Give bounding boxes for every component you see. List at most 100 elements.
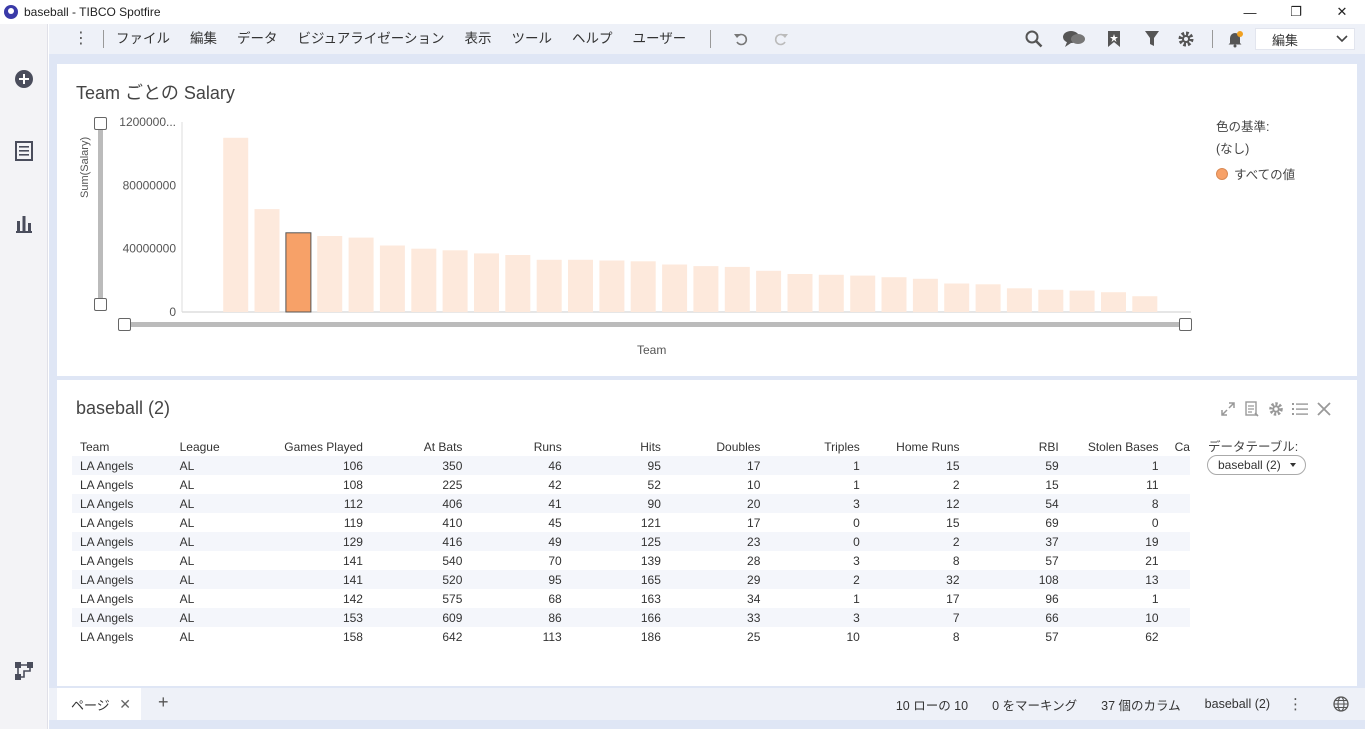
table-cell[interactable]: 609 bbox=[370, 608, 471, 627]
bar[interactable] bbox=[1006, 288, 1032, 313]
x-axis-range-slider[interactable] bbox=[131, 322, 1187, 327]
minimize-button[interactable]: — bbox=[1227, 0, 1273, 24]
visualization-icon[interactable] bbox=[14, 213, 34, 233]
bar[interactable] bbox=[975, 284, 1001, 312]
menu-tools[interactable]: ツール bbox=[512, 24, 553, 54]
table-cell[interactable]: 139 bbox=[570, 551, 669, 570]
bar[interactable] bbox=[693, 266, 719, 312]
table-cell[interactable]: AL bbox=[171, 494, 242, 513]
bar[interactable] bbox=[756, 270, 782, 312]
table-cell[interactable]: 2 bbox=[867, 532, 968, 551]
table-cell[interactable]: 0 bbox=[1067, 513, 1167, 532]
table-cell[interactable]: 46 bbox=[470, 456, 570, 475]
legend-title[interactable]: 色の基準: bbox=[1216, 116, 1269, 135]
table-cell[interactable]: AL bbox=[171, 532, 242, 551]
column-header-triples[interactable]: Triples bbox=[768, 437, 867, 456]
table-cell[interactable]: 17 bbox=[668, 456, 769, 475]
table-cell[interactable]: 15 bbox=[968, 475, 1067, 494]
table-row[interactable]: LA Angels AL 153 609 86 166 33 3 7 66 10 bbox=[72, 608, 1190, 627]
table-cell[interactable]: 34 bbox=[669, 589, 769, 608]
table-cell[interactable]: LA Angels bbox=[72, 513, 172, 532]
more-menu-icon[interactable]: ⋮ bbox=[71, 24, 91, 54]
table-cell[interactable]: 119 bbox=[241, 513, 371, 532]
table-cell[interactable]: 8 bbox=[868, 627, 968, 646]
table-cell[interactable]: 33 bbox=[668, 608, 769, 627]
mode-select[interactable]: 編集 bbox=[1255, 28, 1355, 50]
table-cell[interactable]: 95 bbox=[569, 456, 669, 475]
table-cell-truncated[interactable] bbox=[1167, 589, 1190, 608]
bar[interactable] bbox=[787, 274, 813, 312]
table-row[interactable]: LA Angels AL 141 540 70 139 28 3 8 57 21 bbox=[72, 551, 1190, 570]
list-options-icon[interactable] bbox=[1291, 400, 1309, 418]
menu-file[interactable]: ファイル bbox=[116, 24, 170, 54]
table-cell[interactable]: 10 bbox=[768, 627, 867, 646]
maximize-button[interactable]: ❐ bbox=[1273, 0, 1319, 24]
x-slider-right-handle[interactable] bbox=[1179, 318, 1192, 331]
bar[interactable] bbox=[1132, 296, 1158, 312]
bar[interactable] bbox=[474, 253, 499, 312]
table-cell[interactable]: LA Angels bbox=[72, 475, 172, 494]
column-header-team[interactable]: Team bbox=[72, 437, 172, 456]
bar[interactable] bbox=[223, 137, 249, 312]
table-cell[interactable]: 125 bbox=[569, 532, 669, 551]
table-cell[interactable]: 32 bbox=[867, 570, 968, 589]
collaboration-icon[interactable] bbox=[1062, 29, 1086, 49]
table-cell[interactable]: 141 bbox=[241, 551, 371, 570]
close-visualization-icon[interactable] bbox=[1315, 400, 1333, 418]
table-cell[interactable]: 20 bbox=[668, 494, 769, 513]
bar[interactable] bbox=[944, 283, 970, 313]
table-cell[interactable]: LA Angels bbox=[72, 551, 172, 570]
add-data-icon[interactable] bbox=[14, 69, 34, 89]
table-cell[interactable]: 0 bbox=[768, 513, 867, 532]
table-cell[interactable]: 95 bbox=[470, 570, 570, 589]
bar[interactable] bbox=[254, 209, 280, 312]
bar[interactable] bbox=[850, 275, 876, 312]
table-cell-truncated[interactable] bbox=[1167, 475, 1190, 494]
column-header-league[interactable]: League bbox=[172, 437, 242, 456]
table-cell[interactable]: 642 bbox=[371, 627, 470, 646]
close-window-button[interactable]: ✕ bbox=[1319, 0, 1365, 24]
table-cell-truncated[interactable] bbox=[1167, 627, 1190, 646]
table-cell[interactable]: 11 bbox=[1067, 475, 1167, 494]
table-cell[interactable]: 3 bbox=[768, 608, 868, 627]
settings-gear-icon[interactable] bbox=[1176, 29, 1196, 49]
page-tab[interactable]: ページ ✕ bbox=[57, 688, 141, 720]
column-header-stolen-bases[interactable]: Stolen Bases bbox=[1067, 437, 1167, 456]
table-cell[interactable]: AL bbox=[171, 456, 242, 475]
notification-bell-icon[interactable] bbox=[1225, 29, 1245, 49]
datatable-select[interactable]: baseball (2) bbox=[1207, 455, 1306, 475]
table-cell-truncated[interactable] bbox=[1167, 513, 1190, 532]
table-cell-truncated[interactable] bbox=[1166, 608, 1190, 627]
table-cell[interactable]: 113 bbox=[470, 627, 569, 646]
column-header-hits[interactable]: Hits bbox=[570, 437, 669, 456]
menu-help[interactable]: ヘルプ bbox=[572, 24, 613, 54]
bar[interactable] bbox=[536, 259, 562, 313]
bar[interactable] bbox=[724, 266, 750, 312]
bar[interactable] bbox=[505, 255, 531, 312]
table-row[interactable]: LA Angels AL 108 225 42 52 10 1 2 15 11 bbox=[72, 475, 1190, 494]
table-cell[interactable]: 62 bbox=[1067, 627, 1167, 646]
table-cell[interactable]: 59 bbox=[967, 456, 1067, 475]
table-cell[interactable]: 7 bbox=[867, 608, 968, 627]
table-cell[interactable]: 66 bbox=[967, 608, 1067, 627]
undo-icon[interactable] bbox=[731, 29, 751, 49]
table-cell[interactable]: AL bbox=[171, 608, 242, 627]
table-cell[interactable]: 10 bbox=[1066, 608, 1167, 627]
redo-icon[interactable] bbox=[771, 29, 791, 49]
data-table[interactable]: Team League Games Played At Bats Runs Hi… bbox=[72, 437, 1190, 646]
table-cell[interactable]: 112 bbox=[241, 494, 371, 513]
table-cell[interactable]: 17 bbox=[868, 589, 968, 608]
table-cell[interactable]: 406 bbox=[370, 494, 471, 513]
table-cell[interactable]: 1 bbox=[1067, 589, 1167, 608]
table-cell[interactable]: 165 bbox=[569, 570, 669, 589]
bar[interactable] bbox=[379, 245, 405, 313]
table-cell[interactable]: 37 bbox=[967, 532, 1067, 551]
table-cell[interactable]: 108 bbox=[967, 570, 1067, 589]
column-header-home-runs[interactable]: Home Runs bbox=[868, 437, 968, 456]
table-cell[interactable]: 29 bbox=[668, 570, 769, 589]
table-cell[interactable]: AL bbox=[172, 589, 242, 608]
menu-data[interactable]: データ bbox=[237, 24, 278, 54]
table-cell[interactable]: LA Angels bbox=[72, 456, 172, 475]
add-page-icon[interactable]: + bbox=[158, 692, 169, 713]
column-header-truncated[interactable]: Ca bbox=[1167, 437, 1190, 456]
